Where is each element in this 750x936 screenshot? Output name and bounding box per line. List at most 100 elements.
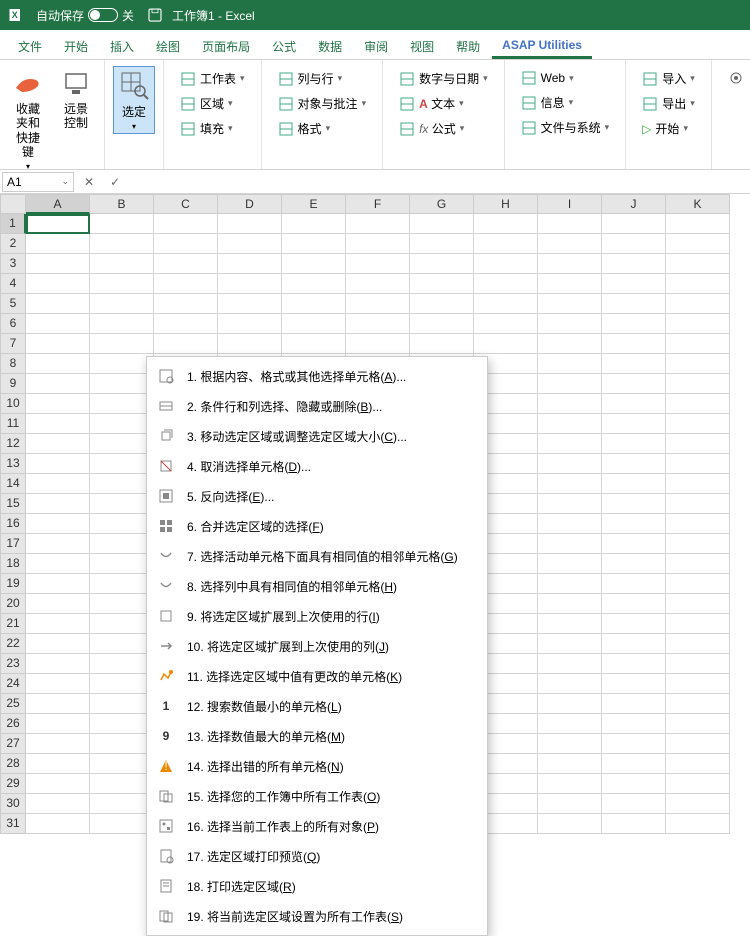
cell[interactable] bbox=[666, 734, 730, 754]
cell[interactable] bbox=[538, 654, 602, 674]
row-header[interactable]: 22 bbox=[0, 634, 26, 654]
cell[interactable] bbox=[538, 714, 602, 734]
cell[interactable] bbox=[538, 394, 602, 414]
favorites-button[interactable]: 收藏夹和 快捷键 ▾ bbox=[8, 66, 48, 173]
menu-item-9[interactable]: 9. 将选定区域扩展到上次使用的行(I) bbox=[147, 601, 487, 631]
cell[interactable] bbox=[218, 294, 282, 314]
cell[interactable] bbox=[26, 814, 90, 834]
menu-item-2[interactable]: 2. 条件行和列选择、隐藏或删除(B)... bbox=[147, 391, 487, 421]
tab-审阅[interactable]: 审阅 bbox=[354, 32, 398, 59]
cell[interactable] bbox=[602, 814, 666, 834]
cell[interactable] bbox=[666, 314, 730, 334]
cell[interactable] bbox=[26, 554, 90, 574]
cell[interactable] bbox=[90, 654, 154, 674]
cell[interactable] bbox=[602, 454, 666, 474]
cell[interactable] bbox=[154, 294, 218, 314]
cell[interactable] bbox=[218, 314, 282, 334]
cell[interactable] bbox=[90, 674, 154, 694]
cell[interactable] bbox=[602, 354, 666, 374]
cell[interactable] bbox=[26, 214, 90, 234]
menu-item-7[interactable]: 7. 选择活动单元格下面具有相同值的相邻单元格(G) bbox=[147, 541, 487, 571]
cell[interactable] bbox=[666, 754, 730, 774]
cell[interactable] bbox=[666, 594, 730, 614]
cell[interactable] bbox=[538, 674, 602, 694]
ribbon-item[interactable]: 区域▾ bbox=[176, 93, 249, 114]
cell[interactable] bbox=[282, 334, 346, 354]
name-box[interactable]: A1 ⌄ bbox=[2, 172, 74, 192]
cell[interactable] bbox=[538, 414, 602, 434]
cell[interactable] bbox=[538, 634, 602, 654]
cell[interactable] bbox=[474, 314, 538, 334]
cell[interactable] bbox=[410, 214, 474, 234]
column-header[interactable]: H bbox=[474, 194, 538, 214]
menu-item-16[interactable]: 16. 选择当前工作表上的所有对象(P) bbox=[147, 811, 487, 841]
cell[interactable] bbox=[26, 374, 90, 394]
cell[interactable] bbox=[602, 494, 666, 514]
row-header[interactable]: 1 bbox=[0, 214, 26, 234]
cell[interactable] bbox=[410, 254, 474, 274]
cell[interactable] bbox=[474, 274, 538, 294]
cell[interactable] bbox=[90, 694, 154, 714]
ribbon-item[interactable]: Web▾ bbox=[517, 68, 614, 88]
cell[interactable] bbox=[666, 334, 730, 354]
cell[interactable] bbox=[666, 794, 730, 814]
worksheet-grid[interactable]: ABCDEFGHIJK 1234567891011121314151617181… bbox=[0, 194, 750, 834]
settings-button[interactable] bbox=[724, 68, 748, 88]
column-header[interactable]: E bbox=[282, 194, 346, 214]
cell[interactable] bbox=[538, 514, 602, 534]
cell[interactable] bbox=[666, 354, 730, 374]
menu-item-17[interactable]: 17. 选定区域打印预览(Q) bbox=[147, 841, 487, 871]
cell[interactable] bbox=[26, 434, 90, 454]
cell[interactable] bbox=[602, 434, 666, 454]
cell[interactable] bbox=[666, 214, 730, 234]
cell[interactable] bbox=[538, 274, 602, 294]
ribbon-item[interactable]: fx 公式▾ bbox=[395, 118, 492, 139]
cell[interactable] bbox=[602, 294, 666, 314]
cell[interactable] bbox=[538, 374, 602, 394]
cell[interactable] bbox=[538, 694, 602, 714]
cell[interactable] bbox=[538, 614, 602, 634]
cell[interactable] bbox=[346, 254, 410, 274]
cell[interactable] bbox=[666, 534, 730, 554]
cell[interactable] bbox=[666, 414, 730, 434]
row-header[interactable]: 31 bbox=[0, 814, 26, 834]
cell[interactable] bbox=[602, 234, 666, 254]
cell[interactable] bbox=[154, 214, 218, 234]
cell[interactable] bbox=[538, 254, 602, 274]
select-all-corner[interactable] bbox=[0, 194, 26, 214]
cell[interactable] bbox=[602, 654, 666, 674]
menu-item-5[interactable]: 5. 反向选择(E)... bbox=[147, 481, 487, 511]
cell[interactable] bbox=[282, 214, 346, 234]
tab-视图[interactable]: 视图 bbox=[400, 32, 444, 59]
column-header[interactable]: G bbox=[410, 194, 474, 214]
tab-帮助[interactable]: 帮助 bbox=[446, 32, 490, 59]
row-header[interactable]: 13 bbox=[0, 454, 26, 474]
ribbon-item[interactable]: 信息▾ bbox=[517, 92, 614, 113]
cell[interactable] bbox=[666, 294, 730, 314]
cell[interactable] bbox=[90, 794, 154, 814]
cell[interactable] bbox=[346, 294, 410, 314]
cell[interactable] bbox=[602, 314, 666, 334]
tab-插入[interactable]: 插入 bbox=[100, 32, 144, 59]
cell[interactable] bbox=[538, 474, 602, 494]
cell[interactable] bbox=[90, 274, 154, 294]
cell[interactable] bbox=[602, 714, 666, 734]
row-header[interactable]: 12 bbox=[0, 434, 26, 454]
ribbon-item[interactable]: 填充▾ bbox=[176, 118, 249, 139]
cell[interactable] bbox=[538, 574, 602, 594]
cell[interactable] bbox=[410, 274, 474, 294]
cell[interactable] bbox=[602, 754, 666, 774]
cell[interactable] bbox=[26, 534, 90, 554]
cell[interactable] bbox=[346, 314, 410, 334]
cell[interactable] bbox=[602, 674, 666, 694]
menu-item-12[interactable]: 112. 搜索数值最小的单元格(L) bbox=[147, 691, 487, 721]
cell[interactable] bbox=[538, 554, 602, 574]
menu-item-10[interactable]: 10. 将选定区域扩展到上次使用的列(J) bbox=[147, 631, 487, 661]
cell[interactable] bbox=[154, 274, 218, 294]
cell[interactable] bbox=[26, 714, 90, 734]
cell[interactable] bbox=[90, 514, 154, 534]
cell[interactable] bbox=[538, 434, 602, 454]
cell[interactable] bbox=[90, 714, 154, 734]
cell[interactable] bbox=[90, 214, 154, 234]
cell[interactable] bbox=[410, 334, 474, 354]
